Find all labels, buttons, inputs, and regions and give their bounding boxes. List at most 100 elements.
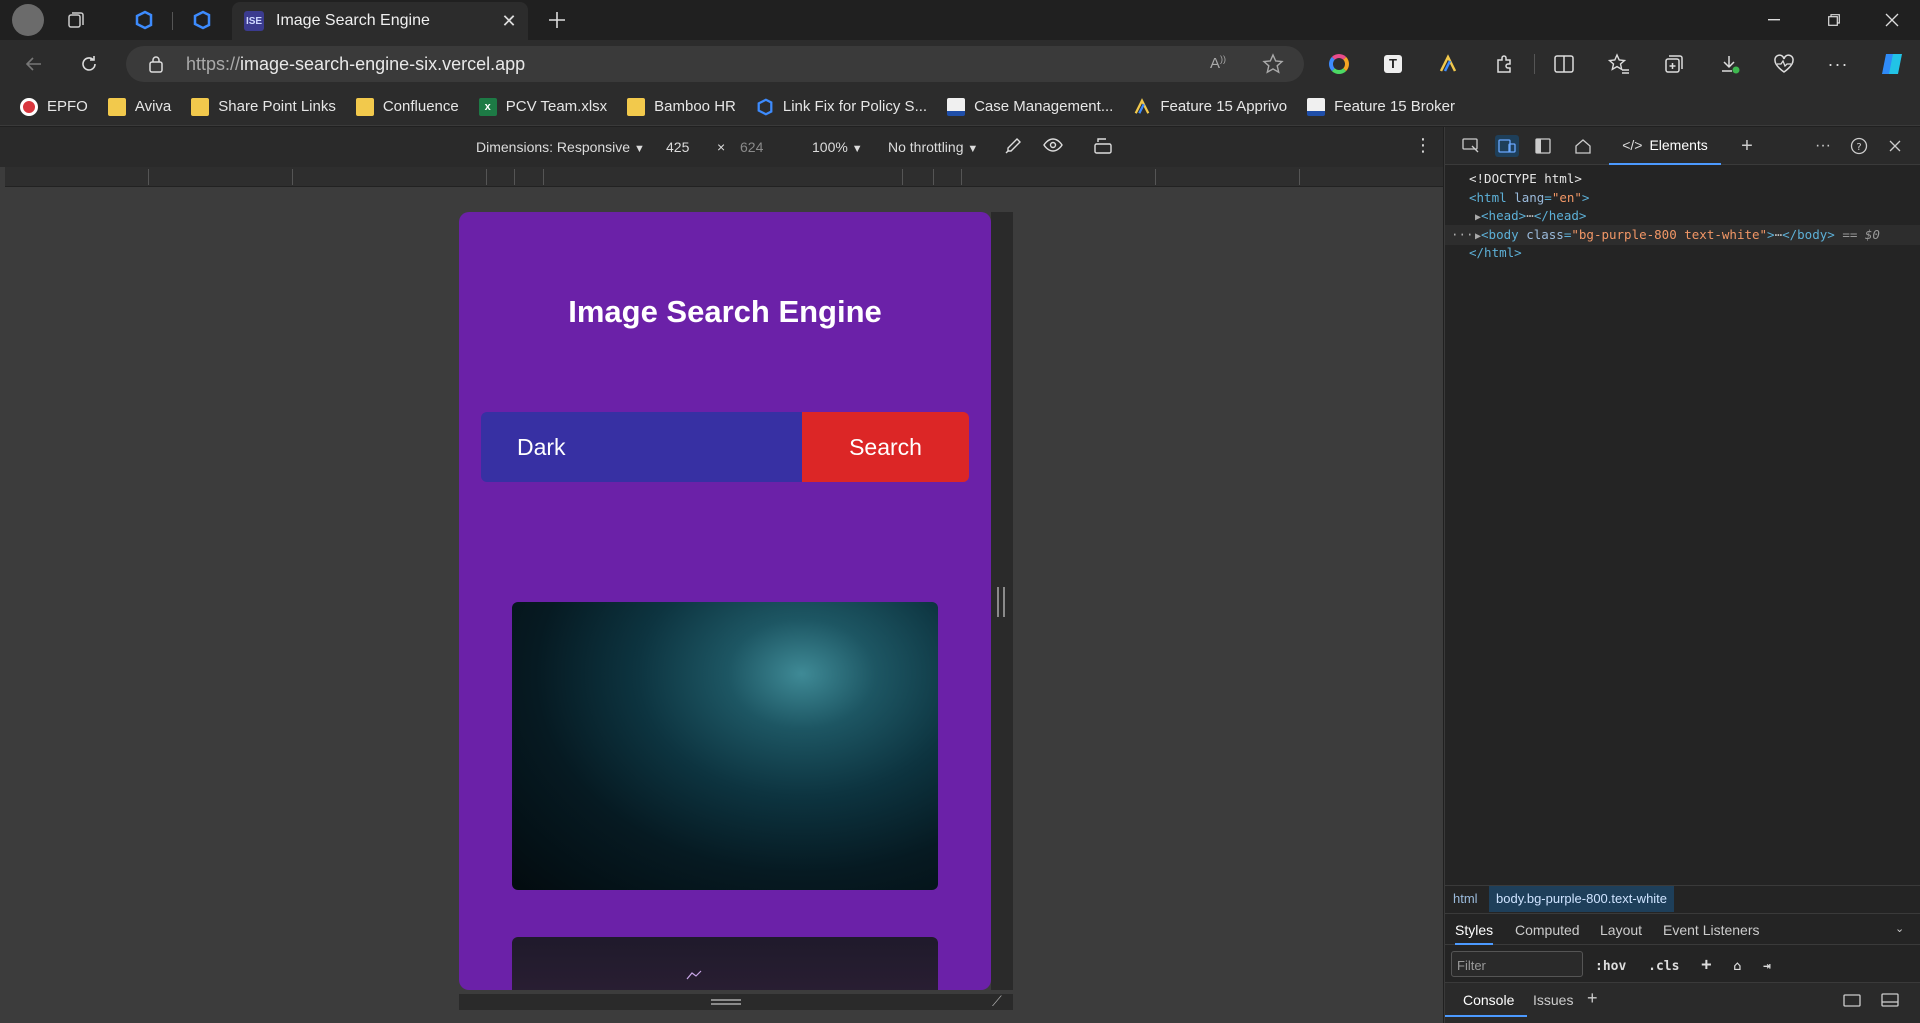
times-sign: ×: [717, 139, 726, 155]
close-window-icon[interactable]: [1862, 0, 1920, 40]
favorites-icon[interactable]: [1605, 50, 1633, 78]
drawer-add-tab-icon[interactable]: +: [1587, 988, 1598, 1009]
active-tab[interactable]: ISE Image Search Engine ✕: [232, 2, 528, 40]
workspaces-icon[interactable]: [62, 6, 90, 34]
breadcrumb-html[interactable]: html: [1453, 891, 1478, 906]
performance-heart-icon[interactable]: [1770, 50, 1798, 78]
ellipsis-icon[interactable]: ⋯: [1775, 227, 1783, 242]
url-text[interactable]: https://image-search-engine-six.vercel.a…: [186, 54, 525, 75]
drawer-tab-console[interactable]: Console: [1445, 983, 1527, 1017]
tab-layout[interactable]: Layout: [1600, 922, 1642, 938]
more-options-icon[interactable]: ···: [1824, 50, 1852, 78]
result-image[interactable]: [512, 937, 938, 990]
add-tab-icon[interactable]: +: [1735, 135, 1759, 157]
color-picker-extension-icon[interactable]: [1325, 50, 1353, 78]
device-toggle-icon[interactable]: [1495, 135, 1519, 157]
tab-computed[interactable]: Computed: [1515, 922, 1580, 938]
close-tab-icon[interactable]: ✕: [498, 10, 520, 32]
bookmark-aviva[interactable]: Aviva: [107, 97, 171, 116]
bookmark-epfo[interactable]: EPFO: [20, 97, 88, 116]
search-button[interactable]: Search: [802, 412, 969, 482]
chevron-down-icon[interactable]: ⌄: [1895, 922, 1904, 935]
html-close-node[interactable]: </html>: [1469, 244, 1522, 263]
bookmark-bamboo-hr[interactable]: Bamboo HR: [627, 97, 736, 116]
bookmark-pcv-team[interactable]: x PCV Team.xlsx: [478, 97, 607, 116]
toggle-sidebar-icon[interactable]: ⇥: [1763, 959, 1771, 974]
rotate-device-icon[interactable]: [1093, 137, 1113, 155]
bookmark-feature-15-broker[interactable]: Feature 15 Broker: [1307, 97, 1455, 116]
new-tab-icon[interactable]: [543, 6, 571, 34]
bookmark-case-management[interactable]: Case Management...: [947, 97, 1113, 116]
downloads-icon[interactable]: [1716, 50, 1744, 78]
ellipsis-icon[interactable]: ⋯: [1526, 208, 1534, 223]
html-node[interactable]: <html lang="en">: [1469, 189, 1589, 208]
devtools-more-icon[interactable]: ···: [1811, 135, 1835, 157]
device-toolbar-more-icon[interactable]: ⋮: [1414, 135, 1432, 156]
vision-deficiency-eye-icon[interactable]: [1043, 137, 1063, 153]
body-node[interactable]: ▶<body class="bg-purple-800 text-white">…: [1475, 226, 1880, 247]
search-input[interactable]: Dark: [481, 412, 802, 482]
tab-elements[interactable]: </> Elements: [1609, 127, 1721, 165]
copilot-icon[interactable]: [1878, 50, 1906, 78]
bookmark-confluence[interactable]: Confluence: [355, 97, 459, 116]
width-input[interactable]: 425: [666, 139, 689, 155]
throttling-dropdown[interactable]: No throttling ▼: [888, 139, 978, 155]
collections-icon[interactable]: [1660, 50, 1688, 78]
paint-brush-icon[interactable]: ⌂: [1733, 959, 1741, 974]
read-aloud-icon[interactable]: A)): [1210, 54, 1226, 72]
styles-tabbar: Styles Computed Layout Event Listeners ⌄: [1445, 913, 1920, 945]
bookmark-share-point-links[interactable]: Share Point Links: [191, 97, 336, 116]
hov-toggle[interactable]: :hov: [1595, 959, 1626, 974]
folder-icon: [107, 97, 126, 116]
ruler-tick: [148, 169, 149, 185]
result-image[interactable]: [512, 602, 938, 890]
address-bar[interactable]: https://image-search-engine-six.vercel.a…: [126, 46, 1304, 82]
zoom-dropdown[interactable]: 100% ▼: [812, 139, 863, 155]
styles-filter-tools: :hov .cls + ⌂ ⇥: [1595, 955, 1771, 975]
toggl-extension-icon[interactable]: T: [1379, 50, 1407, 78]
dock-side-icon[interactable]: [1531, 135, 1555, 157]
refresh-icon[interactable]: [75, 50, 103, 78]
split-screen-icon[interactable]: [1550, 50, 1578, 78]
breadcrumb-body[interactable]: body.bg-purple-800.text-white: [1489, 886, 1675, 912]
styles-filter-input[interactable]: Filter: [1451, 951, 1583, 977]
aviva-icon: [947, 97, 966, 116]
back-arrow-icon[interactable]: [20, 50, 48, 78]
tab-styles[interactable]: Styles: [1455, 922, 1494, 945]
toolbar-divider: [1534, 54, 1535, 74]
drawer-tab-issues[interactable]: Issues: [1533, 992, 1573, 1008]
pinned-tab-azure-icon-2[interactable]: [188, 6, 216, 34]
restore-icon[interactable]: [1804, 0, 1864, 40]
home-icon[interactable]: [1571, 135, 1595, 157]
inspect-element-icon[interactable]: [1459, 135, 1483, 157]
extensions-puzzle-icon[interactable]: [1490, 50, 1518, 78]
tab-event-listeners[interactable]: Event Listeners: [1663, 922, 1760, 938]
pinned-tab-azure-icon[interactable]: [130, 6, 158, 34]
devtools-lower-pane: html body.bg-purple-800.text-white Style…: [1445, 885, 1920, 1023]
resize-handle-right[interactable]: [997, 587, 1005, 617]
devtools-panel: </> Elements + ··· ? <!DOCTYPE html> <htm…: [1444, 127, 1920, 1023]
lock-icon[interactable]: [148, 55, 164, 73]
row-more-icon[interactable]: ···: [1451, 226, 1474, 245]
close-devtools-icon[interactable]: [1883, 135, 1907, 157]
favorite-star-icon[interactable]: [1262, 53, 1284, 75]
cls-toggle[interactable]: .cls: [1648, 959, 1679, 974]
dock-drawer-icon[interactable]: [1843, 992, 1861, 1008]
eyedropper-icon[interactable]: [1004, 137, 1022, 155]
minimize-icon[interactable]: [1744, 0, 1804, 40]
devtools-tabbar: </> Elements + ··· ?: [1445, 127, 1920, 165]
resize-corner-icon[interactable]: ⟋: [992, 993, 1002, 1010]
help-icon[interactable]: ?: [1847, 135, 1871, 157]
profile-avatar[interactable]: [12, 4, 44, 36]
bookmark-link-fix[interactable]: Link Fix for Policy S...: [756, 98, 927, 116]
doctype-node[interactable]: <!DOCTYPE html>: [1469, 170, 1582, 189]
close-drawer-icon[interactable]: [1881, 992, 1899, 1008]
resize-handle-bottom[interactable]: [459, 994, 1013, 1010]
bookmark-feature-15-apprivo[interactable]: Feature 15 Apprivo: [1133, 97, 1287, 116]
devtools-drawer: Console Issues +: [1445, 982, 1920, 1023]
apprivo-extension-icon[interactable]: [1434, 50, 1462, 78]
new-rule-icon[interactable]: +: [1701, 955, 1711, 975]
ruler-tick: [486, 169, 487, 185]
height-input[interactable]: 624: [740, 139, 763, 155]
dimensions-dropdown[interactable]: Dimensions: Responsive ▼: [476, 139, 645, 155]
